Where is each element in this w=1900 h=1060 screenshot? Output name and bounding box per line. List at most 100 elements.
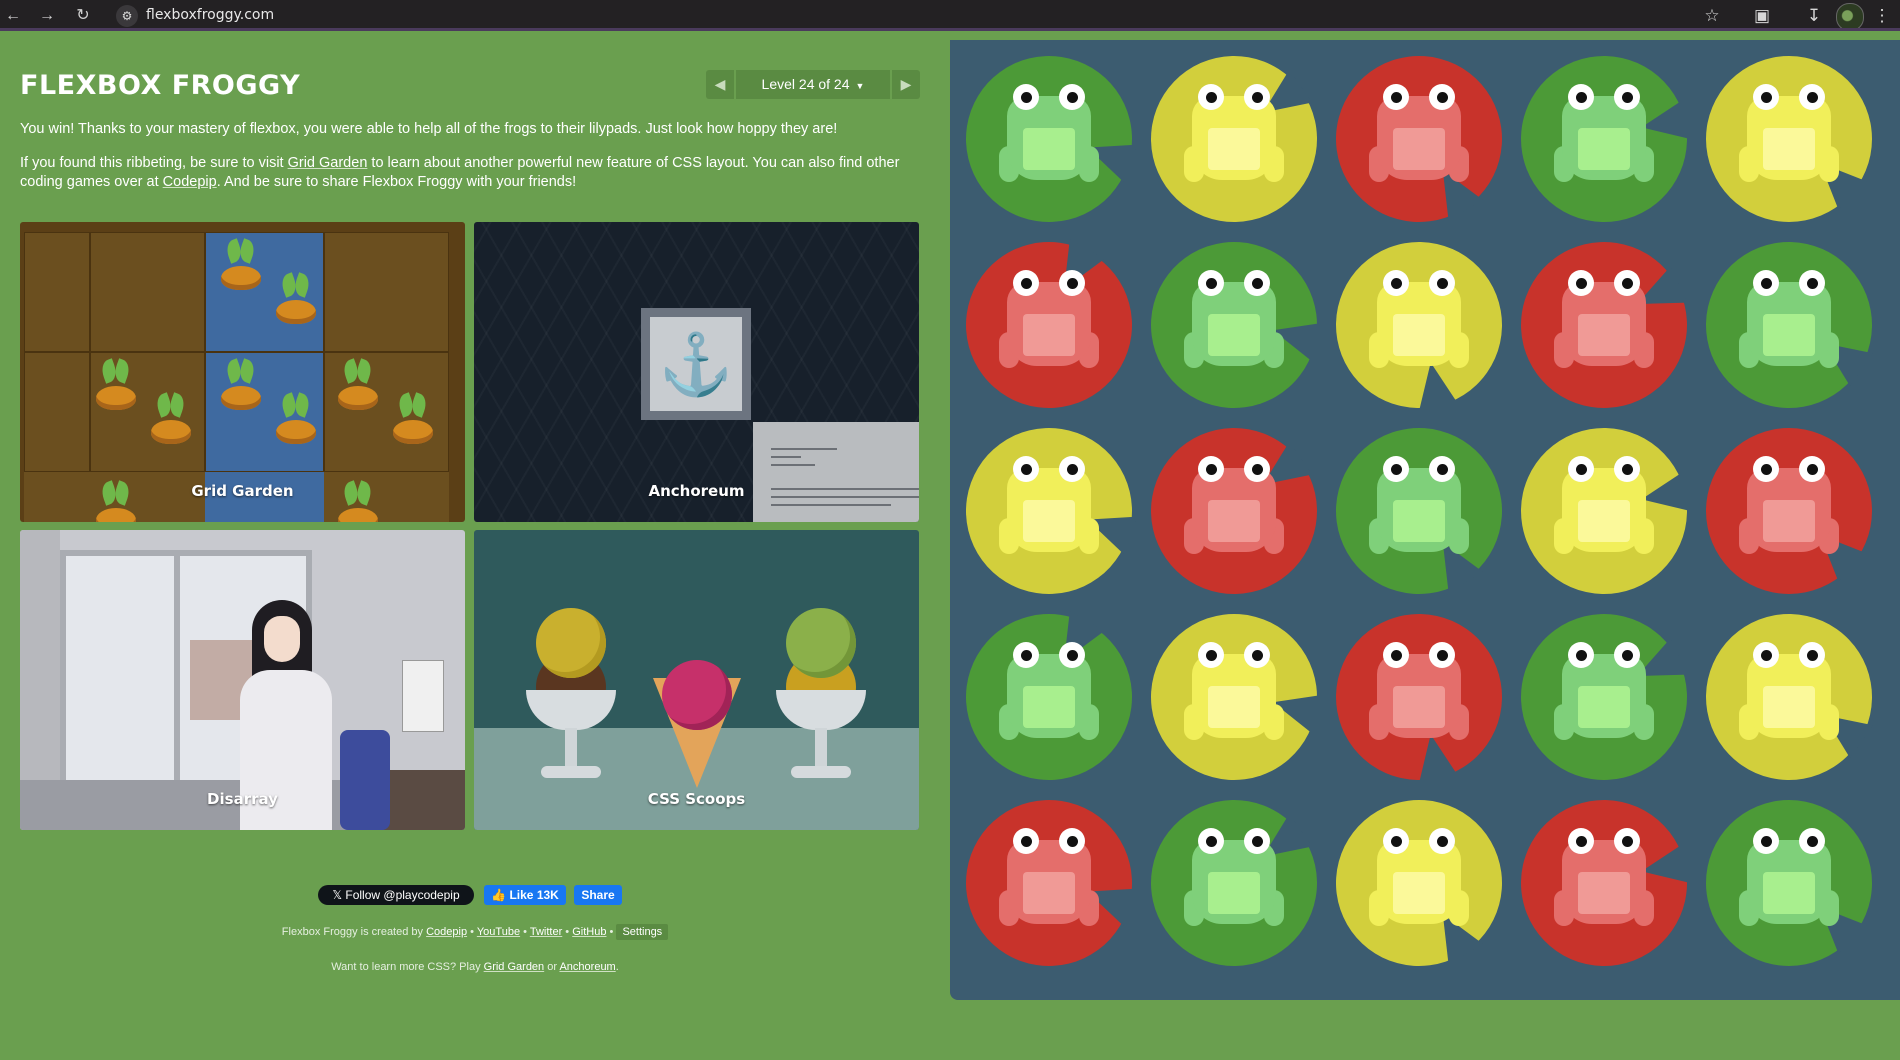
profile-avatar[interactable] [1836,3,1864,31]
garden-cell [24,232,90,352]
back-arrow-icon[interactable]: ← [2,5,24,27]
carrot-sprout [274,272,318,334]
yellow-frog [1739,642,1839,752]
red-frog [999,270,1099,380]
x-logo-icon: 𝕏 [332,888,343,902]
facebook-share-button[interactable]: Share [574,885,622,905]
raspberry-scoop [662,660,732,730]
garden-cell [324,232,449,352]
bookmark-star-icon[interactable]: ☆ [1700,4,1724,28]
credits-text: Flexbox Froggy is created by [281,926,427,938]
css-scoops-card[interactable]: CSS Scoops [474,530,919,830]
yellow-frog [1739,84,1839,194]
level-navigation: ◀ Level 24 of 24 ▼ ▶ [706,70,920,99]
separator: • [606,926,617,938]
codepip-footer-link[interactable]: Codepip [426,926,467,938]
green-frog [1184,828,1284,938]
green-frog [1739,828,1839,938]
browser-toolbar: ← → ↻ ⚙ flexboxfroggy.com ☆ ▣ ↧ ⋮ [0,0,1900,31]
page-title: FLEXBOX FROGGY [20,70,301,101]
learn-more-line: Want to learn more CSS? Play Grid Garden… [0,961,950,973]
dish-stem [815,728,827,768]
pistachio-scoop [786,608,856,678]
yellow-frog [1554,456,1654,566]
garden-cell [24,352,90,472]
grid-garden-footer-link[interactable]: Grid Garden [484,961,545,973]
red-frog [1369,642,1469,752]
carrot-sprout [274,392,318,454]
sundae-dish [776,690,866,730]
yellow-frog [1184,642,1284,752]
promo-text-3: . And be sure to share Flexbox Froggy wi… [216,174,577,190]
green-frog [1739,270,1839,380]
separator: • [467,926,477,938]
reload-icon[interactable]: ↻ [72,5,94,27]
green-frog [1554,642,1654,752]
green-frog [999,84,1099,194]
separator: • [562,926,573,938]
carrot-sprout [336,358,380,420]
grid-garden-label: Grid Garden [191,482,294,500]
red-frog [1184,456,1284,566]
lemon-scoop [536,608,606,678]
extensions-icon[interactable]: ▣ [1750,4,1774,28]
forward-arrow-icon[interactable]: → [36,5,58,27]
more-menu-icon[interactable]: ⋮ [1870,4,1894,28]
wall-calendar [402,660,444,732]
garden-bed [24,232,449,522]
anchor-icon: ⚓ [658,331,734,398]
level-indicator[interactable]: Level 24 of 24 ▼ [736,70,890,99]
tab-accent-strip [0,28,1900,31]
previous-level-button[interactable]: ◀ [706,70,734,99]
disarray-label: Disarray [207,790,278,808]
promo-paragraph: If you found this ribbeting, be sure to … [20,154,920,192]
carrot-sprout [391,392,435,454]
pond-board [935,21,1900,1001]
next-level-button[interactable]: ▶ [892,70,920,99]
green-frog [1184,270,1284,380]
github-link[interactable]: GitHub [572,926,606,938]
red-frog [1554,828,1654,938]
anchoreum-footer-link[interactable]: Anchoreum [559,961,615,973]
twitter-follow-button[interactable]: 𝕏 Follow @playcodepip [318,885,474,905]
anchoreum-label: Anchoreum [648,482,745,500]
youtube-link[interactable]: YouTube [477,926,520,938]
red-frog [999,828,1099,938]
yellow-frog [999,456,1099,566]
anchoreum-card[interactable]: ⚓ Anchoreum [474,222,919,522]
sundae-dish [526,690,616,730]
office-chair [340,730,390,830]
character-face [264,616,300,662]
facebook-like-button[interactable]: 👍 Like 13K [484,885,566,905]
like-label: Like 13K [509,888,559,902]
instructions-panel: FLEXBOX FROGGY ◀ Level 24 of 24 ▼ ▶ You w… [0,40,950,1060]
url-bar[interactable]: flexboxfroggy.com [146,7,274,23]
css-scoops-label: CSS Scoops [647,790,746,808]
yellow-frog [1369,270,1469,380]
grid-garden-card[interactable]: Grid Garden [20,222,465,522]
follow-label: Follow @playcodepip [345,888,460,902]
disarray-card[interactable]: Disarray [20,530,465,830]
win-message: You win! Thanks to your mastery of flexb… [20,121,838,137]
dish-stem [565,728,577,768]
grid-garden-link[interactable]: Grid Garden [288,155,368,171]
carrot-sprout [219,238,263,300]
yellow-frog [1184,84,1284,194]
green-frog [1369,456,1469,566]
learn-more-text: Want to learn more CSS? Play [331,961,484,973]
download-icon[interactable]: ↧ [1802,4,1826,28]
codepip-link[interactable]: Codepip [163,174,217,190]
carrot-sprout [219,358,263,420]
carrot-sprout [94,358,138,420]
separator: • [520,926,530,938]
garden-cell [90,232,205,352]
carrot-sprout [149,392,193,454]
settings-button[interactable]: Settings [616,924,669,940]
or-text: or [544,961,560,973]
period-text: . [615,961,619,973]
code-paper [753,422,919,522]
twitter-link[interactable]: Twitter [530,926,562,938]
dish-base [791,766,851,778]
green-frog [999,642,1099,752]
site-info-icon[interactable]: ⚙ [116,5,138,27]
